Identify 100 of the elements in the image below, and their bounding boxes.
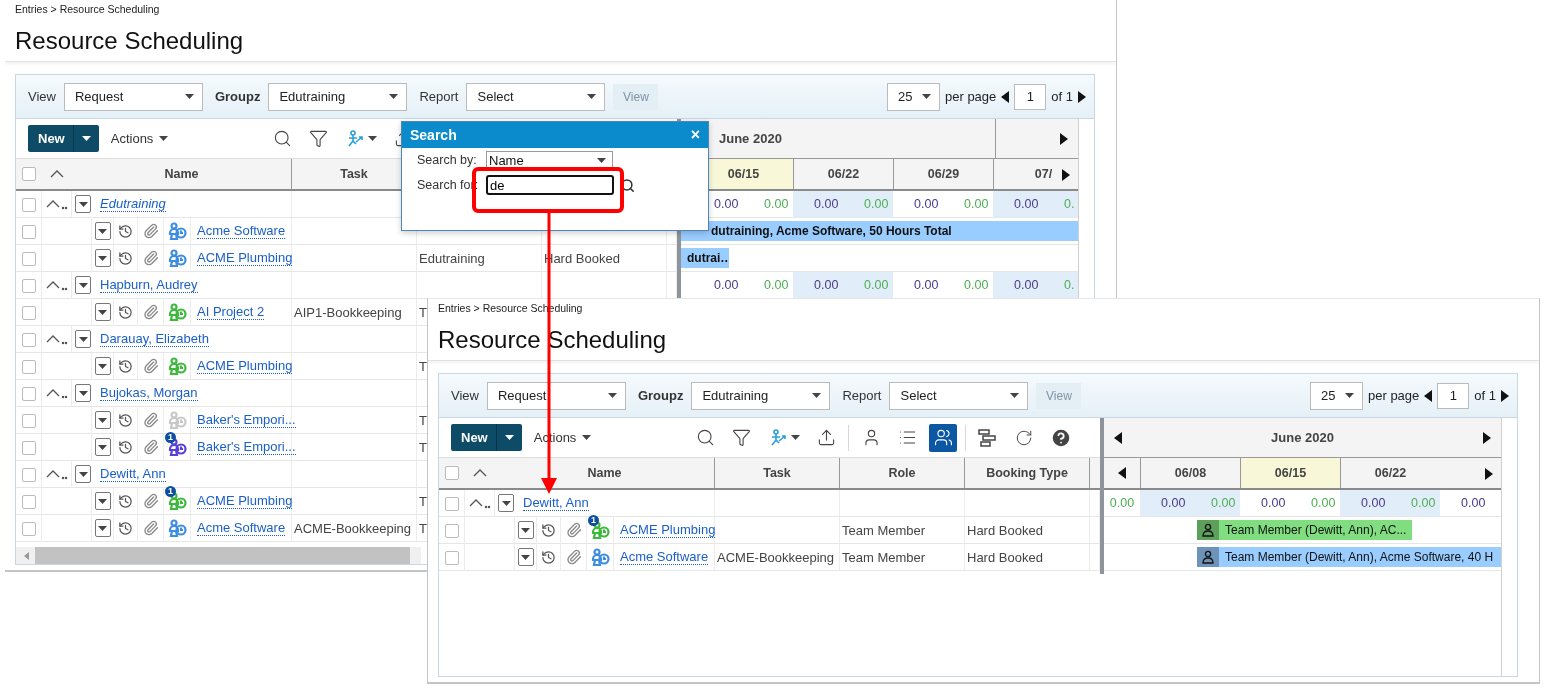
view-mode-button[interactable] <box>929 423 957 452</box>
entry-link[interactable]: Baker's Empori... <box>197 439 296 455</box>
row-checkbox[interactable] <box>21 332 36 347</box>
search-field[interactable]: de <box>486 175 614 195</box>
row-checkbox[interactable] <box>21 278 36 293</box>
column-header[interactable]: Role <box>840 458 965 488</box>
paperclip-icon[interactable] <box>142 304 159 320</box>
right-triangle-icon[interactable] <box>1483 431 1491 444</box>
entry-link[interactable]: Baker's Empori... <box>197 412 296 428</box>
right-triangle-icon[interactable] <box>1078 90 1086 103</box>
left-triangle-icon[interactable] <box>1001 90 1010 103</box>
collapse-icon[interactable] <box>468 497 491 509</box>
entry-link[interactable]: ACME Plumbing <box>197 358 293 374</box>
history-icon[interactable] <box>118 412 133 428</box>
paperclip-icon[interactable] <box>142 439 159 455</box>
paperclip-icon[interactable] <box>142 250 159 266</box>
row-checkbox[interactable] <box>21 467 36 482</box>
filter-select[interactable]: Edutraining <box>268 82 408 111</box>
paperclip-icon[interactable] <box>565 522 582 538</box>
row-checkbox[interactable] <box>444 523 459 538</box>
row-menu-button[interactable] <box>94 249 111 267</box>
row-checkbox[interactable] <box>21 251 36 266</box>
new-button[interactable]: New <box>28 125 99 152</box>
row-menu-button[interactable] <box>94 438 111 456</box>
per-page-select[interactable]: 25 <box>887 82 940 111</box>
right-triangle-icon[interactable] <box>1060 132 1068 145</box>
row-menu-button[interactable] <box>94 357 111 375</box>
paperclip-icon[interactable] <box>142 520 159 536</box>
collapse-icon[interactable] <box>45 279 68 291</box>
history-icon[interactable] <box>118 223 133 239</box>
page-field[interactable]: 1 <box>1014 83 1047 110</box>
entry-link[interactable]: ACME Plumbing <box>620 522 716 538</box>
group-link[interactable]: Dewitt, Ann <box>523 495 589 511</box>
history-icon[interactable] <box>118 304 133 320</box>
sort-icon[interactable] <box>50 170 64 178</box>
paperclip-icon[interactable] <box>142 223 159 239</box>
paperclip-icon[interactable] <box>565 549 582 565</box>
group-link[interactable]: Hapburn, Audrey <box>100 277 198 293</box>
booking-bar[interactable]: Team Member (Dewitt, Ann), Acme Software, 40 H <box>1197 547 1501 567</box>
left-triangle-icon[interactable] <box>1118 467 1126 479</box>
row-menu-button[interactable] <box>94 303 111 321</box>
row-checkbox[interactable] <box>21 413 36 428</box>
column-header[interactable]: Name <box>72 159 292 189</box>
left-triangle-icon[interactable] <box>1114 431 1122 444</box>
row-checkbox[interactable] <box>21 197 36 212</box>
page-field[interactable]: 1 <box>1437 382 1470 409</box>
row-checkbox[interactable] <box>21 305 36 320</box>
row-checkbox[interactable] <box>21 386 36 401</box>
entry-link[interactable]: Acme Software <box>197 223 286 239</box>
entry-link[interactable]: Acme Software <box>197 520 286 536</box>
group-link[interactable]: Bujokas, Morgan <box>100 385 198 401</box>
collapse-icon[interactable] <box>45 333 68 345</box>
row-menu-button[interactable] <box>75 276 91 294</box>
entry-link[interactable]: AI Project 2 <box>197 304 265 320</box>
horizontal-scrollbar[interactable] <box>16 547 421 564</box>
select-all-checkbox[interactable] <box>445 466 459 480</box>
actions-menu[interactable]: Actions <box>110 131 169 146</box>
collapse-icon[interactable] <box>45 468 68 480</box>
row-checkbox[interactable] <box>21 494 36 509</box>
history-icon[interactable] <box>118 493 133 509</box>
paperclip-icon[interactable] <box>142 358 159 374</box>
booking-bar[interactable]: dutraining, Acme Software, 50 Hours Total <box>681 221 1078 241</box>
left-triangle-icon[interactable] <box>1424 389 1433 402</box>
history-icon[interactable] <box>541 522 556 538</box>
select-all-checkbox[interactable] <box>22 167 36 181</box>
paperclip-icon[interactable] <box>142 493 159 509</box>
row-checkbox[interactable] <box>21 359 36 374</box>
right-triangle-icon[interactable] <box>1485 468 1493 480</box>
row-menu-button[interactable] <box>75 195 91 213</box>
right-triangle-icon[interactable] <box>1062 169 1070 181</box>
per-page-select[interactable]: 25 <box>1310 381 1363 410</box>
new-button[interactable]: New <box>451 424 522 451</box>
filter-select[interactable]: Select <box>889 381 1029 410</box>
row-menu-button[interactable] <box>75 465 91 483</box>
group-link[interactable]: Darauay, Elizabeth <box>100 331 209 347</box>
history-icon[interactable] <box>541 549 556 565</box>
row-menu-button[interactable] <box>94 411 111 429</box>
right-triangle-icon[interactable] <box>1501 389 1509 402</box>
column-header[interactable]: Task <box>715 458 840 488</box>
entry-link[interactable]: Acme Software <box>620 549 709 565</box>
history-icon[interactable] <box>118 358 133 374</box>
history-icon[interactable] <box>118 250 133 266</box>
close-button[interactable]: × <box>690 126 700 144</box>
row-menu-button[interactable] <box>75 384 91 402</box>
sort-icon[interactable] <box>473 469 487 477</box>
row-menu-button[interactable] <box>94 519 111 537</box>
history-icon[interactable] <box>118 439 133 455</box>
paperclip-icon[interactable] <box>142 412 159 428</box>
booking-bar[interactable]: dutrai… <box>681 248 729 268</box>
row-checkbox[interactable] <box>21 224 36 239</box>
row-menu-button[interactable] <box>517 521 534 539</box>
filter-select[interactable]: Select <box>466 82 606 111</box>
row-menu-button[interactable] <box>75 330 91 348</box>
row-checkbox[interactable] <box>21 440 36 455</box>
group-link[interactable]: Dewitt, Ann <box>100 466 166 482</box>
row-checkbox[interactable] <box>444 496 459 511</box>
collapse-icon[interactable] <box>45 198 68 210</box>
collapse-icon[interactable] <box>45 387 68 399</box>
row-menu-button[interactable] <box>94 222 111 240</box>
filter-select[interactable]: Edutraining <box>691 381 831 410</box>
